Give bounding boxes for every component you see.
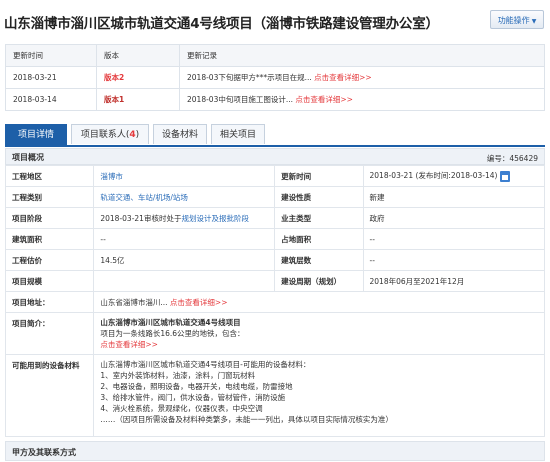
scale-value [93, 270, 276, 292]
tab-project-detail[interactable]: 项目详情 [5, 124, 67, 145]
project-info-table: 工程地区 淄博市 更新时间 2018-03-21 (发布时间:2018-03-1… [4, 165, 545, 437]
intro-key: 项目简介： [4, 312, 95, 355]
table-row: 工程地区 淄博市 更新时间 2018-03-21 (发布时间:2018-03-1… [4, 165, 545, 187]
period-value: 2018年06月至2021年12月 [362, 270, 545, 292]
area-value: -- [93, 228, 276, 250]
floors-key: 建筑层数 [274, 249, 364, 271]
table-row: 项目规模 建设周期（规划） 2018年06月至2021年12月 [4, 270, 545, 292]
address-key: 项目地址： [4, 291, 95, 313]
table-row: 项目阶段 2018-03-21审核时处于规划设计及报批阶段 业主类型 政府 [4, 207, 545, 229]
equipment-line: 1、室内外装饰材料，油漆，涂料，门窗玩材料 [100, 371, 256, 380]
location-value[interactable]: 淄博市 [93, 165, 276, 187]
record-date: 2018-03-14 [5, 88, 97, 111]
equipment-line: ……（因项目所需设备及材料种类繁多，未能一一列出，具体以项目实际情况核实为准） [100, 415, 393, 424]
land-key: 占地面积 [274, 228, 364, 250]
scale-key: 项目规模 [4, 270, 95, 292]
record-version: 版本1 [96, 88, 180, 111]
update-records-table: 更新时间 版本 更新记录 2018-03-21 版本2 2018-03下旬据甲方… [5, 44, 545, 111]
address-detail-link[interactable]: 点击查看详细>> [170, 298, 228, 307]
overview-header: 项目概况 编号：456429 [5, 148, 545, 165]
tab-contacts-label: 项目联系人 [80, 130, 126, 140]
intro-detail-link[interactable]: 点击查看详细>> [100, 339, 538, 350]
col-header-record: 更新记录 [179, 44, 545, 67]
contacts-count-badge: 4 [129, 130, 136, 140]
equipment-line: 4、消火栓系统，景观绿化，仪器仪表，中央空调 [100, 404, 263, 413]
cost-key: 工程估价 [4, 249, 95, 271]
equipment-line: 2、电器设备，照明设备，电器开关，电线电缆，防雷接地 [100, 382, 293, 391]
cost-value: 14.5亿 [93, 249, 276, 271]
land-value: -- [362, 228, 545, 250]
detail-tabs: 项目详情 项目联系人(4) 设备材料 相关项目 [5, 124, 545, 147]
equipment-line: 3、给排水管件，阀门，供水设备，管材管件，消防设施 [100, 393, 286, 402]
code-value: 456429 [509, 154, 538, 163]
col-header-version: 版本 [96, 44, 180, 67]
table-row: 2018-03-21 版本2 2018-03下旬据甲方***示项目在规... 点… [5, 66, 545, 89]
overview-title: 项目概况 [12, 153, 44, 162]
address-value: 山东省淄博市淄川... [100, 297, 168, 307]
location-key: 工程地区 [4, 165, 95, 187]
function-menu-label: 功能操作 [497, 16, 530, 25]
contacts-section-title: 甲方及其联系方式 [12, 448, 76, 457]
update-value: 2018-03-21 (发布时间:2018-03-14) [369, 171, 498, 181]
table-row: 工程类别 轨道交通、车站/机场/站场 建设性质 新建 [4, 186, 545, 208]
table-header-row: 更新时间 版本 更新记录 [5, 44, 545, 67]
code-label: 编号： [486, 154, 510, 163]
table-row: 项目地址： 山东省淄博市淄川... 点击查看详细>> [4, 291, 545, 313]
period-key: 建设周期（规划） [274, 270, 364, 292]
stage-key: 项目阶段 [4, 207, 95, 229]
record-summary: 2018-03中旬项目施工图设计... [187, 95, 293, 104]
update-cell: 2018-03-21 (发布时间:2018-03-14) [362, 165, 545, 187]
record-detail-link[interactable]: 点击查看详细>> [314, 73, 372, 82]
project-code: 编号：456429 [487, 153, 538, 164]
table-row: 可能用到的设备材料 山东淄博市淄川区城市轨道交通4号线项目-可能用的设备材料： … [4, 354, 545, 437]
record-version: 版本2 [96, 66, 180, 89]
record-text: 2018-03中旬项目施工图设计... 点击查看详细>> [179, 88, 545, 111]
record-date: 2018-03-21 [5, 66, 97, 89]
table-row: 工程估价 14.5亿 建筑层数 -- [4, 249, 545, 271]
tab-project-contacts[interactable]: 项目联系人(4) [71, 124, 149, 144]
tab-related-projects[interactable]: 相关项目 [211, 124, 265, 144]
function-menu-button[interactable]: 功能操作 ▼ [490, 10, 544, 29]
stage-cell: 2018-03-21审核时处于规划设计及报批阶段 [93, 207, 276, 229]
owner-value: 政府 [362, 207, 545, 229]
intro-cell: 山东淄博市淄川区城市轨道交通4号线项目 项目为一条线路长16.6公里的地铁，包含… [93, 312, 545, 355]
area-key: 建筑面积 [4, 228, 95, 250]
address-cell: 山东省淄博市淄川... 点击查看详细>> [93, 291, 545, 313]
update-key: 更新时间 [274, 165, 364, 187]
floors-value: -- [362, 249, 545, 271]
tab-equipment-materials[interactable]: 设备材料 [153, 124, 207, 144]
nature-value: 新建 [362, 186, 545, 208]
equipment-key: 可能用到的设备材料 [4, 354, 95, 437]
contacts-section-header: 甲方及其联系方式 [5, 441, 545, 461]
intro-text: 项目为一条线路长16.6公里的地铁，包含： [100, 329, 245, 338]
chevron-down-icon: ▼ [531, 18, 537, 25]
table-row: 建筑面积 -- 占地面积 -- [4, 228, 545, 250]
category-value[interactable]: 轨道交通、车站/机场/站场 [93, 186, 276, 208]
record-detail-link[interactable]: 点击查看详细>> [295, 95, 353, 104]
record-summary: 2018-03下旬据甲方***示项目在规... [187, 73, 312, 82]
stage-prefix: 2018-03-21审核时处于 [100, 213, 182, 223]
equipment-cell: 山东淄博市淄川区城市轨道交通4号线项目-可能用的设备材料： 1、室内外装饰材料，… [93, 354, 545, 437]
col-header-time: 更新时间 [5, 44, 97, 67]
table-row: 2018-03-14 版本1 2018-03中旬项目施工图设计... 点击查看详… [5, 88, 545, 111]
stage-link[interactable]: 规划设计及报批阶段 [181, 214, 249, 223]
equipment-line: 山东淄博市淄川区城市轨道交通4号线项目-可能用的设备材料： [100, 360, 311, 369]
category-key: 工程类别 [4, 186, 95, 208]
intro-title: 山东淄博市淄川区城市轨道交通4号线项目 [100, 318, 241, 327]
nature-key: 建设性质 [274, 186, 364, 208]
owner-key: 业主类型 [274, 207, 364, 229]
record-text: 2018-03下旬据甲方***示项目在规... 点击查看详细>> [179, 66, 545, 89]
page-title: 山东淄博市淄川区城市轨道交通4号线项目（淄博市铁路建设管理办公室） [4, 16, 439, 32]
calendar-icon[interactable] [500, 170, 511, 182]
table-row: 项目简介： 山东淄博市淄川区城市轨道交通4号线项目 项目为一条线路长16.6公里… [4, 312, 545, 355]
